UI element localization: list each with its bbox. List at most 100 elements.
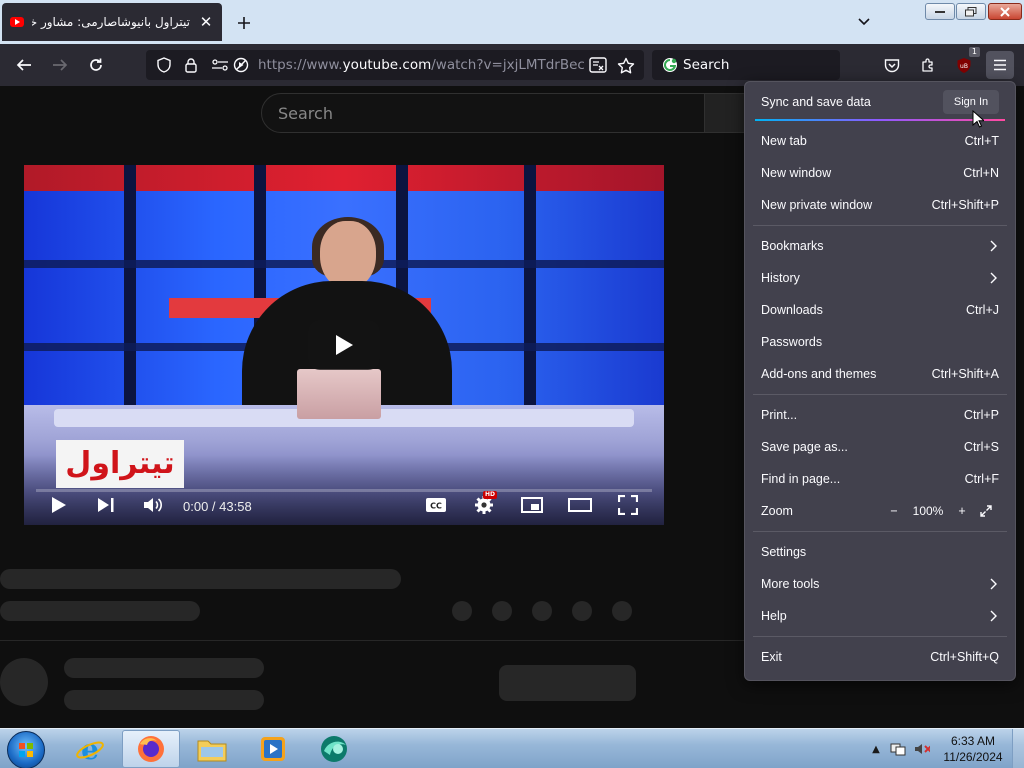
theater-mode-icon [568, 498, 592, 512]
ublock-extension-button[interactable]: uB 1 [952, 47, 980, 77]
large-play-button[interactable] [308, 320, 380, 370]
close-icon [1000, 6, 1010, 17]
action-placeholder [612, 601, 632, 621]
menu-item-downloads[interactable]: Downloads Ctrl+J [753, 295, 1007, 325]
next-video-button[interactable] [91, 490, 121, 520]
extensions-button[interactable] [916, 53, 940, 77]
zoom-in-button[interactable]: + [951, 500, 973, 522]
autoplay-blocked-icon[interactable] [232, 56, 250, 74]
menu-item-new-window[interactable]: New window Ctrl+N [753, 158, 1007, 188]
fullscreen-icon [618, 495, 638, 515]
pocket-button[interactable] [880, 53, 904, 77]
menu-item-new-tab[interactable]: New tab Ctrl+T [753, 126, 1007, 156]
comment-placeholder [64, 658, 264, 678]
chevron-right-icon [987, 610, 999, 622]
minimize-icon [935, 10, 945, 13]
captions-button[interactable]: CC [421, 490, 451, 520]
windows-taskbar: e ▲ 6:33 AM 11/26/2024 [0, 728, 1024, 768]
comment-placeholder [64, 690, 264, 710]
menu-item-more-tools[interactable]: More tools [753, 569, 1007, 599]
permissions-icon[interactable] [211, 56, 229, 74]
plus-icon [238, 17, 250, 29]
video-title-placeholder [0, 569, 401, 589]
window-minimize-button[interactable] [925, 3, 955, 20]
open-application-menu-button[interactable] [986, 51, 1014, 79]
reload-button[interactable] [84, 53, 108, 77]
expand-arrows-icon [980, 505, 992, 517]
menu-item-addons-themes[interactable]: Add-ons and themes Ctrl+Shift+A [753, 359, 1007, 389]
forward-arrow-icon [53, 59, 68, 71]
pocket-icon [884, 58, 900, 72]
file-explorer-taskbar-button[interactable] [183, 730, 241, 768]
bookmark-page-button[interactable] [614, 53, 638, 77]
menu-item-save-page[interactable]: Save page as... Ctrl+S [753, 432, 1007, 462]
play-button[interactable] [44, 490, 74, 520]
menu-item-exit[interactable]: Exit Ctrl+Shift+Q [753, 642, 1007, 672]
window-restore-button[interactable] [956, 3, 986, 20]
start-button[interactable] [7, 731, 45, 768]
menu-item-passwords[interactable]: Passwords [753, 327, 1007, 357]
fullscreen-toggle-button[interactable] [973, 500, 999, 522]
settings-button[interactable]: HD [469, 490, 499, 520]
media-player-taskbar-button[interactable] [244, 730, 302, 768]
new-tab-button[interactable] [232, 11, 256, 35]
tracking-shield-icon[interactable] [155, 56, 173, 74]
theater-mode-button[interactable] [565, 490, 595, 520]
menu-item-settings[interactable]: Settings [753, 537, 1007, 567]
channel-logo: تیتراول [56, 440, 184, 488]
media-player-icon [261, 737, 285, 761]
restore-icon [965, 6, 977, 16]
zoom-out-button[interactable]: − [883, 500, 905, 522]
menu-item-bookmarks[interactable]: Bookmarks [753, 231, 1007, 261]
window-close-button[interactable] [988, 3, 1022, 20]
reader-view-button[interactable] [586, 53, 610, 77]
url-bar[interactable]: https://www.youtube.com/watch?v=jxjLMTdr… [146, 50, 644, 80]
web-search-bar[interactable]: Search [652, 50, 840, 80]
youtube-search-input[interactable]: Search [261, 93, 705, 133]
url-domain: youtube.com [342, 57, 432, 73]
extension-badge: 1 [968, 47, 980, 57]
fullscreen-button[interactable] [613, 490, 643, 520]
browser-tab-active[interactable]: تیتراول بانیوشاصارمی: مشاور خام ✕ [2, 3, 222, 41]
closed-captions-icon: CC [426, 498, 446, 512]
back-arrow-icon [16, 59, 31, 71]
sign-in-button[interactable]: Sign In [943, 90, 999, 114]
tab-strip: تیتراول بانیوشاصارمی: مشاور خام ✕ [0, 0, 1024, 44]
firefox-taskbar-button[interactable] [122, 730, 180, 768]
menu-separator [753, 531, 1007, 532]
volume-muted-icon[interactable] [914, 741, 930, 757]
action-center-icon[interactable] [890, 741, 906, 757]
show-hidden-icons-button[interactable]: ▲ [868, 741, 884, 757]
internet-explorer-taskbar-button[interactable]: e [61, 730, 119, 768]
application-menu: Sync and save data Sign In New tab Ctrl+T… [744, 81, 1016, 681]
taskbar-clock[interactable]: 6:33 AM 11/26/2024 [938, 733, 1008, 765]
video-player[interactable]: تیتراول 0:00 / 43:58 CC HD [24, 165, 664, 525]
menu-separator [753, 225, 1007, 226]
menu-item-find-in-page[interactable]: Find in page... Ctrl+F [753, 464, 1007, 494]
youtube-search-button[interactable] [704, 93, 748, 133]
menu-separator [753, 636, 1007, 637]
menu-item-history[interactable]: History [753, 263, 1007, 293]
zoom-level[interactable]: 100% [905, 504, 951, 518]
app-taskbar-button[interactable] [305, 730, 363, 768]
chevron-right-icon [987, 578, 999, 590]
news-desk-laptop [297, 369, 381, 419]
tab-close-icon[interactable]: ✕ [198, 13, 214, 31]
navigation-toolbar: https://www.youtube.com/watch?v=jxjLMTdr… [0, 44, 1024, 86]
list-all-tabs-button[interactable] [852, 12, 876, 32]
show-desktop-button[interactable] [1012, 729, 1024, 768]
forward-button[interactable] [48, 53, 72, 77]
extensions-puzzle-icon [922, 58, 933, 72]
menu-item-print[interactable]: Print... Ctrl+P [753, 400, 1007, 430]
svg-text:e: e [81, 734, 99, 764]
lock-icon[interactable] [182, 56, 200, 74]
url-text[interactable]: https://www.youtube.com/watch?v=jxjLMTdr… [258, 57, 585, 73]
mute-button[interactable] [138, 490, 168, 520]
url-path: /watch?v=jxjLMTdrBec [431, 57, 585, 73]
miniplayer-button[interactable] [517, 490, 547, 520]
reader-view-icon [589, 57, 607, 73]
hd-badge: HD [483, 491, 498, 499]
menu-item-help[interactable]: Help [753, 601, 1007, 631]
menu-item-new-private-window[interactable]: New private window Ctrl+Shift+P [753, 190, 1007, 220]
back-button[interactable] [12, 53, 36, 77]
